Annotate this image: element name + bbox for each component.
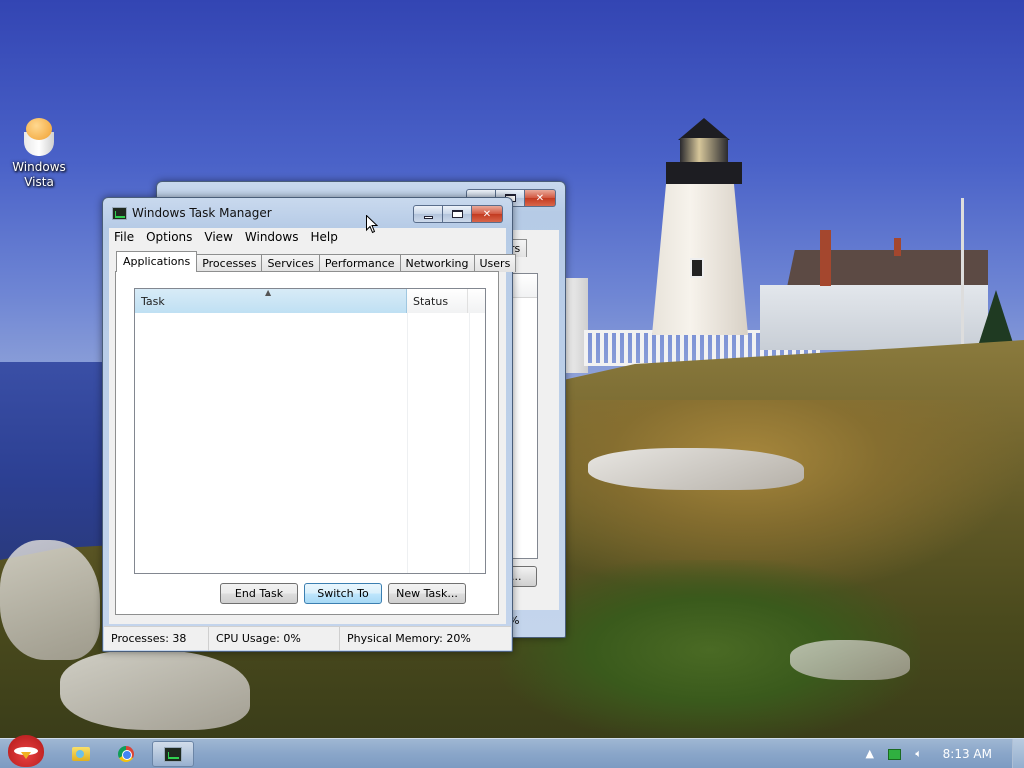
wallpaper-lighthouse-window: [690, 258, 704, 278]
menu-view[interactable]: View: [199, 228, 237, 246]
new-task-button[interactable]: New Task...: [388, 583, 466, 604]
close-icon: ✕: [482, 208, 492, 220]
show-hidden-icons-chevron-icon[interactable]: ▲: [862, 746, 878, 762]
wallpaper-rock: [0, 540, 100, 660]
status-physical-memory: Physical Memory: 20%: [347, 632, 471, 645]
tab-processes[interactable]: Processes: [197, 254, 263, 272]
list-header: ▲ Task Status: [135, 288, 485, 313]
mouse-cursor-icon: [366, 215, 378, 234]
wallpaper-chimney: [894, 238, 901, 256]
end-task-button[interactable]: End Task: [220, 583, 298, 604]
background-new-task-button[interactable]: ...: [511, 566, 537, 587]
status-cpu-usage: CPU Usage: 0%: [209, 627, 340, 651]
menu-windows[interactable]: Windows: [240, 228, 304, 246]
chrome-icon: [118, 746, 134, 762]
wallpaper-flagpole: [961, 198, 964, 346]
task-manager-window[interactable]: Windows Task Manager ✕ File Options View…: [102, 197, 517, 652]
taskbar: ▲ 🔈︎ 8:13 AM: [0, 735, 1024, 768]
minimize-icon: [423, 215, 433, 219]
taskbar-clock[interactable]: 8:13 AM: [943, 747, 992, 761]
desktop-icon-label-line2: Vista: [24, 175, 54, 189]
close-icon: ✕: [535, 192, 545, 204]
menu-bar: File Options View Windows Help: [109, 228, 506, 246]
show-desktop-button[interactable]: [1012, 739, 1024, 768]
angry-bird-start-icon: [8, 735, 44, 767]
close-button[interactable]: ✕: [472, 205, 503, 223]
desktop-icon-label-line1: Windows: [12, 160, 66, 174]
maximize-icon: [451, 210, 463, 218]
titlebar[interactable]: Windows Task Manager ✕: [103, 198, 512, 228]
caption-buttons: ✕: [413, 205, 503, 223]
system-tray: ▲ 🔈︎ 8:13 AM: [862, 739, 1024, 768]
tab-networking[interactable]: Networking: [400, 254, 475, 272]
tab-performance[interactable]: Performance: [319, 254, 401, 272]
wallpaper-rock: [790, 640, 910, 680]
column-header-task-label: Task: [141, 295, 165, 308]
status-processes: Processes: 38: [104, 627, 209, 651]
menu-file[interactable]: File: [109, 228, 139, 246]
tab-applications[interactable]: Applications: [116, 251, 198, 272]
sort-ascending-icon: ▲: [265, 288, 272, 297]
column-header-status-label: Status: [413, 295, 449, 308]
egg-cup-icon: [22, 116, 56, 156]
column-divider: [407, 313, 408, 573]
switch-to-button[interactable]: Switch To: [304, 583, 382, 604]
task-manager-icon: [112, 207, 127, 220]
applications-tab-panel: ▲ Task Status End Task Switch To New Tas…: [115, 271, 499, 615]
column-header-task[interactable]: ▲ Task: [135, 288, 407, 313]
network-icon[interactable]: [887, 748, 901, 760]
background-close-button[interactable]: ✕: [525, 189, 556, 207]
wallpaper-rock: [588, 448, 804, 490]
minimize-button[interactable]: [413, 205, 443, 223]
windows-explorer-icon: [72, 747, 90, 761]
desktop-icon-windows-vista[interactable]: Windows Vista: [8, 116, 70, 190]
volume-icon[interactable]: 🔈︎: [911, 746, 927, 762]
wallpaper-lighthouse-lamp: [664, 108, 744, 186]
maximize-button[interactable]: [443, 205, 472, 223]
task-manager-icon: [164, 746, 182, 762]
applications-list[interactable]: ▲ Task Status: [134, 288, 486, 574]
column-header-filler: [468, 289, 485, 313]
tab-users[interactable]: Users: [474, 254, 517, 272]
tab-strip: Applications Processes Services Performa…: [116, 251, 517, 272]
wallpaper-house: [760, 285, 988, 350]
taskbar-task-manager[interactable]: [152, 741, 194, 767]
wallpaper-chimney: [820, 230, 831, 286]
menu-help[interactable]: Help: [305, 228, 342, 246]
column-header-status[interactable]: Status: [407, 289, 468, 313]
taskbar-windows-explorer[interactable]: [62, 741, 100, 767]
menu-options[interactable]: Options: [141, 228, 197, 246]
wallpaper-rock: [60, 650, 250, 730]
column-divider: [469, 313, 470, 573]
start-button[interactable]: [2, 733, 48, 768]
client-area: Applications Processes Services Performa…: [109, 246, 517, 624]
window-title: Windows Task Manager: [132, 206, 272, 220]
status-bar: Processes: 38 CPU Usage: 0% Physical Mem…: [104, 626, 511, 651]
taskbar-google-chrome[interactable]: [107, 741, 145, 767]
tab-services[interactable]: Services: [262, 254, 320, 272]
